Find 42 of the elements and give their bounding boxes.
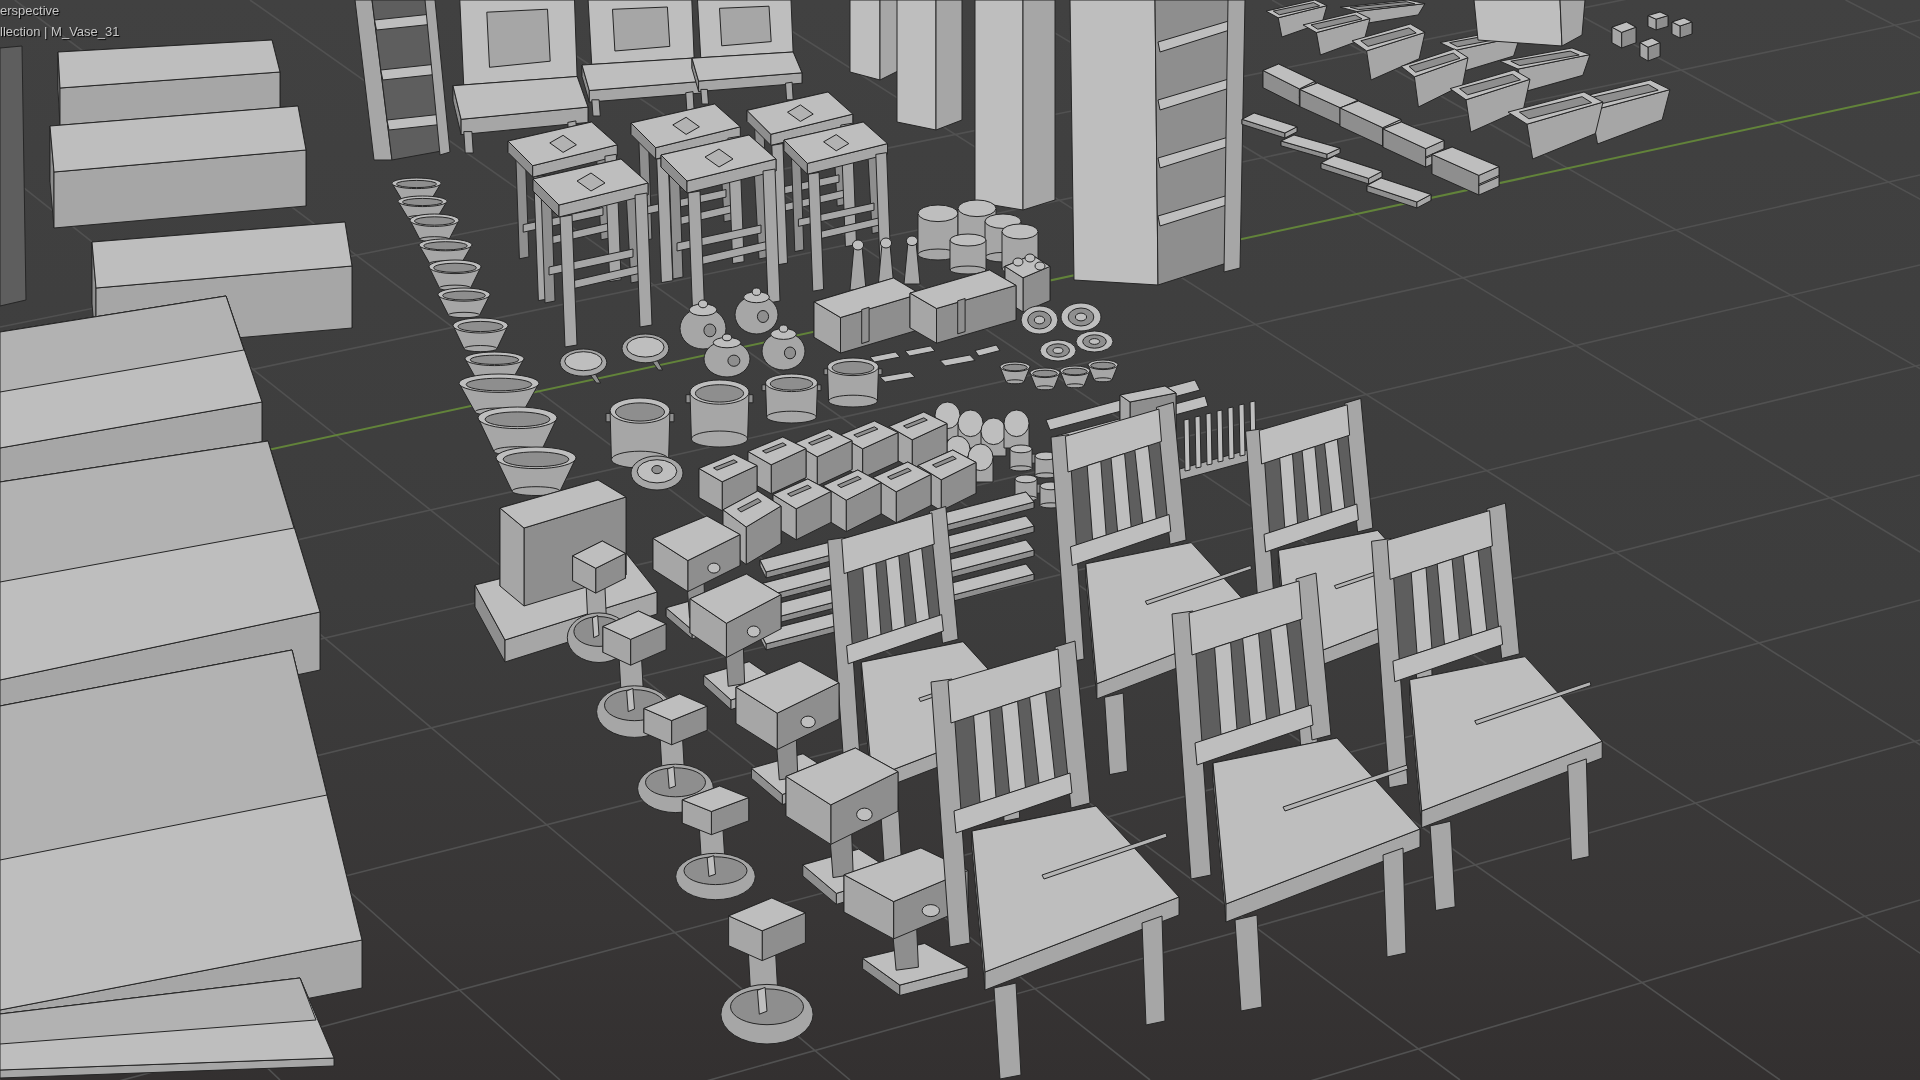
dome-model [1003,409,1030,449]
bowl-model [437,287,491,319]
plate-model [1039,339,1077,362]
trough-model [1400,48,1469,108]
utensil-model [879,371,916,383]
board-model [1241,112,1298,139]
mug-model [1009,444,1036,472]
pan-model [621,333,670,371]
board-model [1280,134,1341,160]
lid-model [630,455,684,491]
small-box-model [1671,17,1693,39]
vase-model [761,324,806,371]
bowl-model [409,213,460,243]
utensil-model [939,354,976,367]
bowl-model [1059,365,1091,389]
vase-model [734,287,779,335]
bowl-model [452,317,509,353]
board-model [1366,177,1432,209]
small-box-model [1639,37,1661,62]
view-name-label: erspective [0,3,60,19]
pot-model [685,379,754,448]
small-box-model [1611,21,1637,49]
vase-model [703,333,751,378]
plate-model [1060,302,1102,332]
bowl-model [999,361,1031,385]
plate-model [1020,305,1059,335]
bowl-model [1029,367,1061,391]
pot-model [761,373,822,424]
bowl-model [428,259,482,292]
canister-model [949,233,987,275]
pot-model [823,357,883,408]
collection-label: llection | M_Vase_31 [0,24,120,40]
bottle-model [903,235,921,285]
pan-model [559,348,608,384]
plank-stack-model [1431,146,1500,196]
3d-viewport[interactable]: erspective llection | M_Vase_31 [0,0,1920,1080]
small-box-model [1647,11,1669,31]
bowl-model [1087,359,1119,383]
utensil-model [869,351,901,363]
bottle-model [849,239,867,291]
plate-model [1075,330,1114,353]
board-model [1320,155,1383,185]
